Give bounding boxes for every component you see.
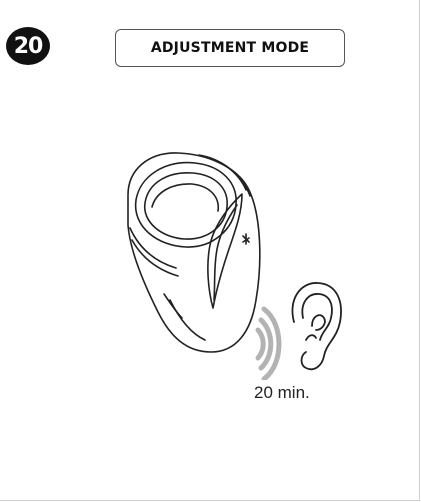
step-number-badge: 20 <box>6 27 50 65</box>
duration-label: 20 min. <box>254 383 310 402</box>
sound-waves-icon <box>255 306 282 380</box>
mode-title-box: ADJUSTMENT MODE <box>115 29 345 67</box>
manual-page-panel: 20 ADJUSTMENT MODE 20 min. <box>0 0 420 501</box>
ear-icon <box>291 282 342 371</box>
adjustment-illustration <box>127 152 342 380</box>
device-icon <box>127 152 261 353</box>
